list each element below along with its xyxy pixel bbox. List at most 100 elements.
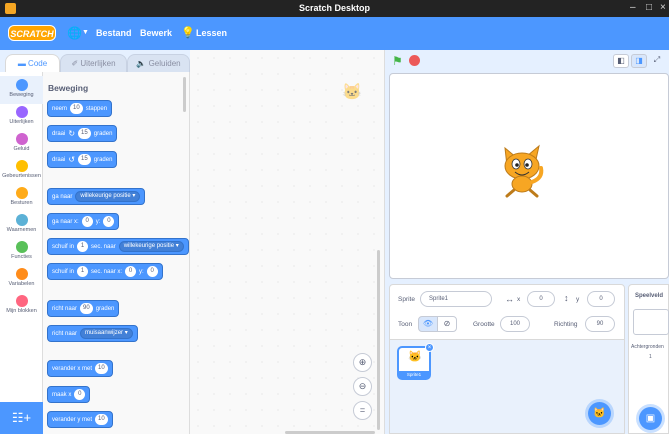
show-visible-button[interactable]: 👁 xyxy=(418,316,438,332)
script-area-vscrollbar[interactable] xyxy=(377,250,380,430)
stage-thumbnail[interactable] xyxy=(633,309,669,335)
block-input[interactable]: 10 xyxy=(95,363,108,374)
block-go-to[interactable]: ga naar willekeurige positie ▾ xyxy=(47,188,146,205)
stage-pane-label: Speelveld xyxy=(635,293,664,299)
stage[interactable] xyxy=(389,73,669,279)
block-set-x[interactable]: maak x 0 xyxy=(47,386,91,403)
minimize-button[interactable]: – xyxy=(630,2,636,13)
small-stage-button[interactable]: ◧ xyxy=(613,54,629,68)
category-dot xyxy=(15,214,28,226)
zoom-out-button[interactable]: ⊖ xyxy=(353,377,372,396)
menu-tutorials[interactable]: Lessen xyxy=(196,28,227,38)
block-go-to-xy[interactable]: ga naar x: 0 y: 0 xyxy=(47,213,120,230)
category-operators[interactable]: Functies xyxy=(0,238,43,266)
large-stage-button[interactable]: ◨ xyxy=(631,54,647,68)
zoom-in-button[interactable]: ⊕ xyxy=(353,353,372,372)
block-input[interactable]: 15 xyxy=(78,154,91,165)
block-input[interactable]: 0 xyxy=(81,216,93,227)
cat-sprite-icon: 🐱 xyxy=(342,84,362,101)
block-text: sec. naar x: xyxy=(91,268,123,275)
category-label: Besturen xyxy=(10,200,33,206)
block-input[interactable]: 0 xyxy=(125,266,137,277)
menu-edit[interactable]: Bewerk xyxy=(140,28,172,38)
lightbulb-icon[interactable]: 💡 xyxy=(181,26,195,39)
block-input[interactable]: 15 xyxy=(78,128,91,139)
category-variables[interactable]: Variabelen xyxy=(0,265,43,293)
category-control[interactable]: Besturen xyxy=(0,184,43,212)
tab-sounds[interactable]: 🔈 Geluiden xyxy=(127,54,190,72)
add-sprite-button[interactable]: 🐱 xyxy=(588,402,611,425)
tab-code[interactable]: ▬ Code xyxy=(5,54,60,72)
dropdown-value: willekeurige positie xyxy=(80,193,131,199)
x-input[interactable]: 0 xyxy=(527,291,555,307)
block-text: richt naar xyxy=(52,305,78,312)
block-change-x[interactable]: verander x met 10 xyxy=(47,360,113,377)
category-events[interactable]: Gebeurtenissen xyxy=(0,157,43,185)
script-area[interactable]: 🐱 ⊕ ⊖ = xyxy=(190,50,385,434)
block-text: draai xyxy=(52,130,66,137)
show-hidden-button[interactable]: ⊘ xyxy=(437,316,457,332)
delete-sprite-button[interactable]: × xyxy=(425,343,434,352)
y-input[interactable]: 0 xyxy=(587,291,615,307)
block-move-steps[interactable]: neem 10 stappen xyxy=(47,100,113,117)
add-backdrop-button[interactable]: ▣ xyxy=(639,407,662,430)
block-input[interactable]: 0 xyxy=(103,216,115,227)
block-input[interactable]: 1 xyxy=(77,266,89,277)
category-motion[interactable]: Beweging xyxy=(0,76,43,104)
category-looks[interactable]: Uiterlijken xyxy=(0,103,43,131)
speaker-icon: 🔈 xyxy=(136,59,147,68)
backdrops-count: 1 xyxy=(649,354,652,360)
title-bar: Scratch Desktop – □ × xyxy=(0,0,669,17)
cat-sprite[interactable] xyxy=(497,142,549,198)
sprite-tile[interactable]: 🐱 Sprite1 × xyxy=(397,343,434,380)
backdrops-label: Achtergronden xyxy=(631,344,664,350)
category-label: Functies xyxy=(11,254,32,260)
fullscreen-button[interactable]: ⤢ xyxy=(649,54,665,68)
block-input[interactable]: 90 xyxy=(80,303,93,314)
palette-scrollbar[interactable] xyxy=(183,77,186,112)
zoom-reset-button[interactable]: = xyxy=(353,401,372,420)
block-text: graden xyxy=(93,156,113,163)
tab-costumes[interactable]: ✐ Uiterlijken xyxy=(60,54,127,72)
block-input[interactable]: 1 xyxy=(77,241,89,252)
block-dropdown[interactable]: muisaanwijzer ▾ xyxy=(80,328,133,339)
block-input[interactable]: 0 xyxy=(146,266,158,277)
maximize-button[interactable]: □ xyxy=(646,2,652,13)
close-button[interactable]: × xyxy=(660,2,666,13)
chevron-down-icon[interactable]: ▼ xyxy=(82,29,89,36)
block-text: neem xyxy=(52,105,68,112)
block-point-towards[interactable]: richt naar muisaanwijzer ▾ xyxy=(47,325,138,342)
block-glide-to-xy[interactable]: schuif in 1 sec. naar x: 0 y: 0 xyxy=(47,263,163,280)
sprite-name-input[interactable]: Sprite1 xyxy=(420,291,492,307)
block-change-y[interactable]: verander y met 10 xyxy=(47,411,113,428)
block-text: verander y met xyxy=(52,416,93,423)
stage-target-pane[interactable]: Speelveld Achtergronden 1 ▣ xyxy=(628,284,669,434)
block-glide-to[interactable]: schuif in 1 sec. naar willekeurige posit… xyxy=(47,238,189,255)
window-title: Scratch Desktop xyxy=(298,3,371,13)
block-input[interactable]: 0 xyxy=(74,389,86,400)
editor-tabs: ▬ Code ✐ Uiterlijken 🔈 Geluiden xyxy=(0,50,195,72)
block-turn-right[interactable]: draai ↻ 15 graden xyxy=(47,125,118,142)
block-point-direction[interactable]: richt naar 90 graden xyxy=(47,300,120,317)
block-dropdown[interactable]: willekeurige positie ▾ xyxy=(75,191,141,202)
block-text: y: xyxy=(95,218,101,225)
block-input[interactable]: 10 xyxy=(70,103,83,114)
block-input[interactable]: 10 xyxy=(95,414,108,425)
category-my-blocks[interactable]: Mijn blokken xyxy=(0,292,43,320)
block-turn-left[interactable]: draai ↺ 15 graden xyxy=(47,151,118,168)
scratch-logo[interactable]: SCRATCH xyxy=(8,25,56,41)
green-flag-icon[interactable]: ⚑ xyxy=(392,54,403,68)
menu-file[interactable]: Bestand xyxy=(96,28,132,38)
block-text: ga naar xyxy=(52,193,73,200)
add-extension-button[interactable]: ☷+ xyxy=(0,402,43,434)
sprite-info-panel: Sprite Sprite1 ↔ x 0 ↕ y 0 Toon 👁 ⊘ Groo… xyxy=(389,284,625,340)
stop-icon[interactable] xyxy=(409,55,420,66)
size-input[interactable]: 100 xyxy=(500,316,530,332)
block-dropdown[interactable]: willekeurige positie ▾ xyxy=(118,241,184,252)
category-sound[interactable]: Geluid xyxy=(0,130,43,158)
globe-icon[interactable]: 🌐 xyxy=(67,26,82,40)
direction-input[interactable]: 90 xyxy=(585,316,615,332)
block-text: ga naar x: xyxy=(52,218,79,225)
category-label: Geluid xyxy=(13,146,30,152)
category-sensing[interactable]: Waarnemen xyxy=(0,211,43,239)
